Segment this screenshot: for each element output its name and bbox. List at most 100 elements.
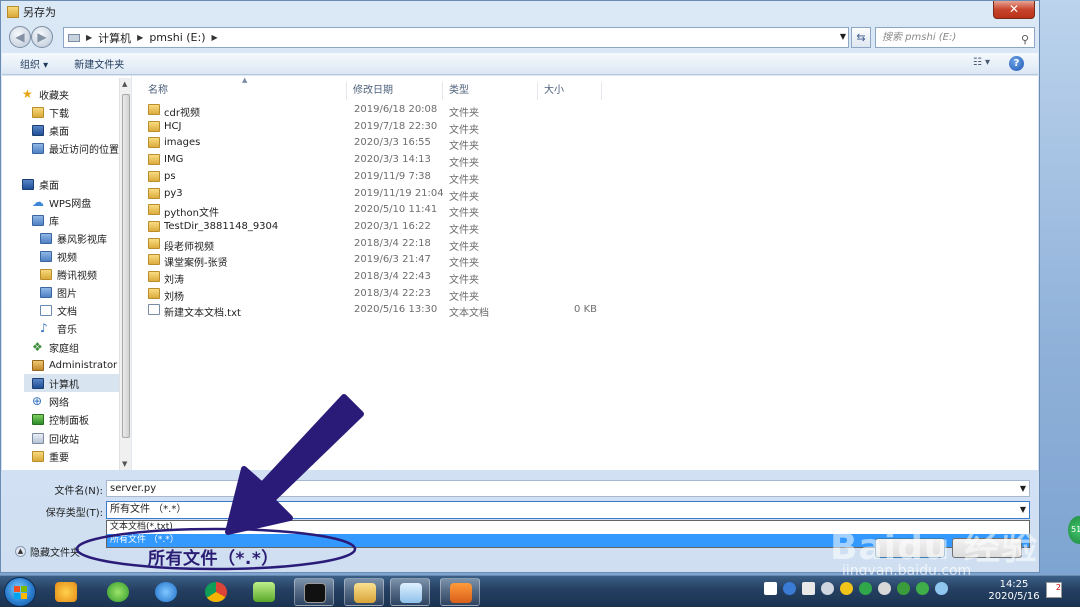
system-clock[interactable]: 14:25 2020/5/16 xyxy=(984,579,1044,603)
new-folder-button[interactable]: 新建文件夹 xyxy=(74,56,124,71)
help-icon[interactable]: ? xyxy=(1009,56,1024,71)
sidebar-item-important[interactable]: 重要 xyxy=(32,447,69,465)
sidebar-item-recycle-bin[interactable]: 回收站 xyxy=(32,429,79,447)
notification-icon[interactable]: 2 xyxy=(1046,582,1062,598)
sidebar-item-libraries[interactable]: 库 xyxy=(32,211,59,229)
sidebar-item-label: 家庭组 xyxy=(49,343,79,355)
sidebar-item-favorites[interactable]: ★ 收藏夹 xyxy=(22,85,69,103)
table-row[interactable]: 刘杨 2018/3/4 22:23 文件夹 xyxy=(142,286,612,303)
taskbar-app-pen[interactable] xyxy=(244,578,284,606)
forward-button[interactable]: ▶ xyxy=(31,26,53,48)
sidebar-item-music[interactable]: ♪ 音乐 xyxy=(40,319,77,337)
sidebar-item-videos[interactable]: 视频 xyxy=(40,247,77,265)
address-bar[interactable]: ▶ 计算机 ▶ pmshi (E:) ▶ ▼ xyxy=(63,27,849,48)
breadcrumb-separator-icon[interactable]: ▶ xyxy=(212,33,218,42)
hide-folders-label: 隐藏文件夹 xyxy=(30,548,80,559)
table-row[interactable]: images 2020/3/3 16:55 文件夹 xyxy=(142,135,612,152)
sidebar-item-wps-drive[interactable]: ☁ WPS网盘 xyxy=(32,193,91,211)
taskbar-app-explorer[interactable] xyxy=(344,578,384,606)
sidebar-item-homegroup[interactable]: ❖ 家庭组 xyxy=(32,338,79,356)
update-icon[interactable] xyxy=(935,582,948,595)
taskbar-app-360[interactable] xyxy=(98,578,138,606)
help-tray-icon[interactable] xyxy=(783,582,796,595)
table-row[interactable]: TestDir_3881148_9304 2020/3/1 16:22 文件夹 xyxy=(142,219,612,236)
organize-button[interactable]: 组织 ▾ xyxy=(20,56,48,71)
column-header-size[interactable]: 大小 xyxy=(538,82,602,100)
breadcrumb-separator-icon[interactable]: ▶ xyxy=(137,33,143,42)
scroll-up-icon[interactable]: ▲ xyxy=(122,80,127,88)
table-row[interactable]: python文件 2020/5/10 11:41 文件夹 xyxy=(142,202,612,219)
table-row[interactable]: IMG 2020/3/3 14:13 文件夹 xyxy=(142,152,612,170)
sidebar-item-network[interactable]: ⊕ 网络 xyxy=(32,392,69,410)
breadcrumb-separator-icon[interactable]: ▶ xyxy=(86,33,92,42)
file-name: cdr视频 xyxy=(164,108,200,119)
taskbar-app-qq[interactable] xyxy=(46,578,86,606)
shield-icon[interactable] xyxy=(840,582,853,595)
sync-icon[interactable] xyxy=(878,582,891,595)
table-row[interactable]: 新建文本文档.txt 2020/5/16 13:30 文本文档 0 KB xyxy=(142,302,612,319)
sidebar-item-control-panel[interactable]: 控制面板 xyxy=(32,410,89,428)
desktop-icon xyxy=(32,124,44,136)
table-row[interactable]: HCJ 2019/7/18 22:30 文件夹 xyxy=(142,119,612,136)
column-header-date[interactable]: 修改日期 xyxy=(347,82,443,100)
table-row[interactable]: 段老师视频 2018/3/4 22:18 文件夹 xyxy=(142,236,612,253)
column-header-name[interactable]: 名称 xyxy=(142,82,347,100)
filename-input[interactable]: server.py ▼ xyxy=(106,480,1030,497)
address-dropdown-icon[interactable]: ▼ xyxy=(840,32,846,41)
breadcrumb-drive[interactable]: pmshi (E:) xyxy=(149,31,205,44)
taskbar-app-k[interactable] xyxy=(146,578,186,606)
network-tray-icon[interactable] xyxy=(859,582,872,595)
ime-icon[interactable] xyxy=(897,582,910,595)
sidebar-item-computer[interactable]: 计算机 xyxy=(24,374,120,392)
sidebar-item-tencent-video[interactable]: 腾讯视频 xyxy=(40,265,97,283)
battery-icon[interactable] xyxy=(802,582,815,595)
scrollbar-thumb[interactable] xyxy=(122,94,130,438)
refresh-button[interactable]: ⇆ xyxy=(851,27,871,48)
close-button[interactable]: ✕ xyxy=(993,1,1035,19)
sidebar-item-downloads[interactable]: 下载 xyxy=(32,103,69,121)
search-input[interactable]: 搜索 pmshi (E:) ⚲ xyxy=(875,27,1035,48)
file-type: 文件夹 xyxy=(449,158,479,170)
sidebar-item-documents[interactable]: 文档 xyxy=(40,301,77,319)
save-as-dialog: 另存为 ✕ ◀ ▶ ▶ 计算机 ▶ pmshi (E:) ▶ ▼ ⇆ 搜索 pm… xyxy=(0,0,1040,573)
volume-icon[interactable] xyxy=(821,582,834,595)
table-row[interactable]: 刘涛 2018/3/4 22:43 文件夹 xyxy=(142,269,612,286)
table-row[interactable]: py3 2019/11/19 21:04 文件夹 xyxy=(142,186,612,203)
breadcrumb-computer[interactable]: 计算机 xyxy=(98,30,131,46)
column-header-type[interactable]: 类型 xyxy=(443,82,538,100)
sidebar-scrollbar[interactable]: ▲ ▼ xyxy=(119,78,131,470)
taskbar-app-cmd[interactable] xyxy=(294,578,334,606)
filetype-select[interactable]: 所有文件 （*.*） ▼ xyxy=(106,501,1030,519)
start-button[interactable] xyxy=(4,577,36,607)
sidebar-item-baofeng[interactable]: 暴风影视库 xyxy=(40,229,107,247)
video-icon xyxy=(40,250,52,262)
taskbar-app-notepad[interactable] xyxy=(390,578,430,606)
sidebar-item-label: 控制面板 xyxy=(49,415,89,427)
qq-icon xyxy=(55,582,77,602)
file-type: 文件夹 xyxy=(449,108,479,119)
chevron-down-icon[interactable]: ▼ xyxy=(1020,502,1026,518)
sidebar-item-recent[interactable]: 最近访问的位置 xyxy=(32,139,119,157)
security-icon[interactable] xyxy=(916,582,929,595)
sidebar-item-desktop-root[interactable]: 桌面 xyxy=(22,175,59,193)
scroll-down-icon[interactable]: ▼ xyxy=(122,460,127,468)
chevron-down-icon[interactable]: ▼ xyxy=(1020,481,1026,496)
tray-icon[interactable] xyxy=(764,582,777,595)
taskbar-app-sublime[interactable] xyxy=(440,578,480,606)
sidebar-item-administrator[interactable]: Administrator xyxy=(32,356,117,374)
file-name: 刘杨 xyxy=(164,291,184,303)
search-icon[interactable]: ⚲ xyxy=(1021,30,1029,49)
recycle-bin-icon xyxy=(32,432,44,444)
title-bar[interactable]: 另存为 xyxy=(1,1,1039,23)
window-title: 另存为 xyxy=(23,6,56,19)
hide-folders-toggle[interactable]: ▲ 隐藏文件夹 xyxy=(15,544,80,559)
file-name: ps xyxy=(164,170,176,182)
sidebar-item-desktop[interactable]: 桌面 xyxy=(32,121,69,139)
table-row[interactable]: cdr视频 2019/6/18 20:08 文件夹 xyxy=(142,102,612,119)
back-button[interactable]: ◀ xyxy=(9,26,31,48)
table-row[interactable]: 课堂案例-张贤 2019/6/3 21:47 文件夹 xyxy=(142,252,612,269)
view-options-icon[interactable]: ☷ ▾ xyxy=(973,57,990,68)
table-row[interactable]: ps 2019/11/9 7:38 文件夹 xyxy=(142,169,612,186)
sidebar-item-pictures[interactable]: 图片 xyxy=(40,283,77,301)
taskbar-app-chrome[interactable] xyxy=(196,578,236,606)
